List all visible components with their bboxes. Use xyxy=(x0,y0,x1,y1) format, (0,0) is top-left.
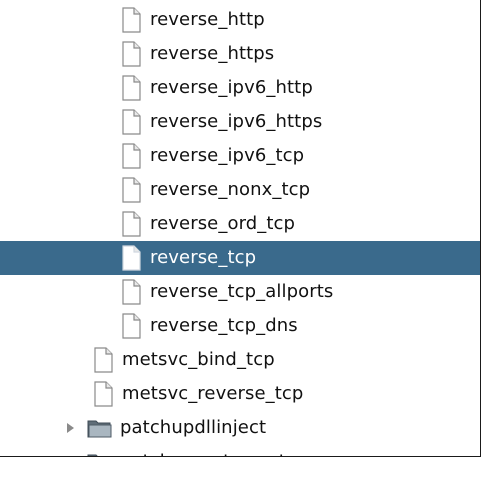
file-icon xyxy=(94,381,113,407)
tree-item-label: reverse_tcp_allports xyxy=(150,281,334,302)
tree-item-reverse-tcp-dns[interactable]: reverse_tcp_dns xyxy=(0,309,480,343)
file-tree: reverse_http reverse_https reverse_ipv6_… xyxy=(0,0,481,457)
file-icon xyxy=(122,41,141,67)
tree-item-label: reverse_tcp_dns xyxy=(150,315,298,336)
file-icon xyxy=(122,279,141,305)
tree-item-reverse-http[interactable]: reverse_http xyxy=(0,3,480,37)
tree-item-label: patchupmeterpreter xyxy=(120,445,305,456)
tree-item-label: reverse_ord_tcp xyxy=(150,213,296,234)
tree-item-reverse-ord-tcp[interactable]: reverse_ord_tcp xyxy=(0,207,480,241)
file-icon xyxy=(122,75,141,101)
file-icon xyxy=(122,245,141,271)
tree-item-reverse-ipv6-tcp[interactable]: reverse_ipv6_tcp xyxy=(0,139,480,173)
tree-item-label: reverse_ipv6_tcp xyxy=(150,145,305,166)
tree-item-label: metsvc_bind_tcp xyxy=(122,349,275,370)
tree-item-label: reverse_https xyxy=(150,43,275,64)
tree-item-reverse-ipv6-https[interactable]: reverse_ipv6_https xyxy=(0,105,480,139)
tree-item-reverse-tcp-allports[interactable]: reverse_tcp_allports xyxy=(0,275,480,309)
folder-icon xyxy=(87,420,112,438)
tree-item-label: reverse_http xyxy=(150,9,265,30)
file-icon xyxy=(122,109,141,135)
expand-arrow-icon[interactable] xyxy=(66,456,76,457)
tree-item-reverse-nonx-tcp[interactable]: reverse_nonx_tcp xyxy=(0,173,480,207)
folder-icon xyxy=(87,454,98,456)
tree-item-label: reverse_nonx_tcp xyxy=(150,179,311,200)
expand-arrow-icon[interactable] xyxy=(66,422,76,434)
tree-item-label: patchupdllinject xyxy=(120,417,267,438)
tree-item-label: reverse_ipv6_https xyxy=(150,111,323,132)
tree-item-reverse-https[interactable]: reverse_https xyxy=(0,37,480,71)
tree-item-metsvc-bind-tcp[interactable]: metsvc_bind_tcp xyxy=(0,343,480,377)
tree-item-reverse-tcp[interactable]: reverse_tcp xyxy=(0,241,480,275)
tree-item-metsvc-reverse-tcp[interactable]: metsvc_reverse_tcp xyxy=(0,377,480,411)
tree-item-patchupmeterpreter[interactable]: patchupmeterpreter xyxy=(0,445,480,457)
file-icon xyxy=(94,347,113,373)
tree-item-label: reverse_ipv6_http xyxy=(150,77,313,98)
tree-item-label: reverse_tcp xyxy=(150,247,257,268)
tree-item-patchupdllinject[interactable]: patchupdllinject xyxy=(0,411,480,445)
file-icon xyxy=(122,7,141,33)
file-icon xyxy=(122,143,141,169)
tree-item-label: metsvc_reverse_tcp xyxy=(122,383,304,404)
file-icon xyxy=(122,313,141,339)
file-icon xyxy=(122,177,141,203)
tree-item-reverse-ipv6-http[interactable]: reverse_ipv6_http xyxy=(0,71,480,105)
file-icon xyxy=(122,211,141,237)
